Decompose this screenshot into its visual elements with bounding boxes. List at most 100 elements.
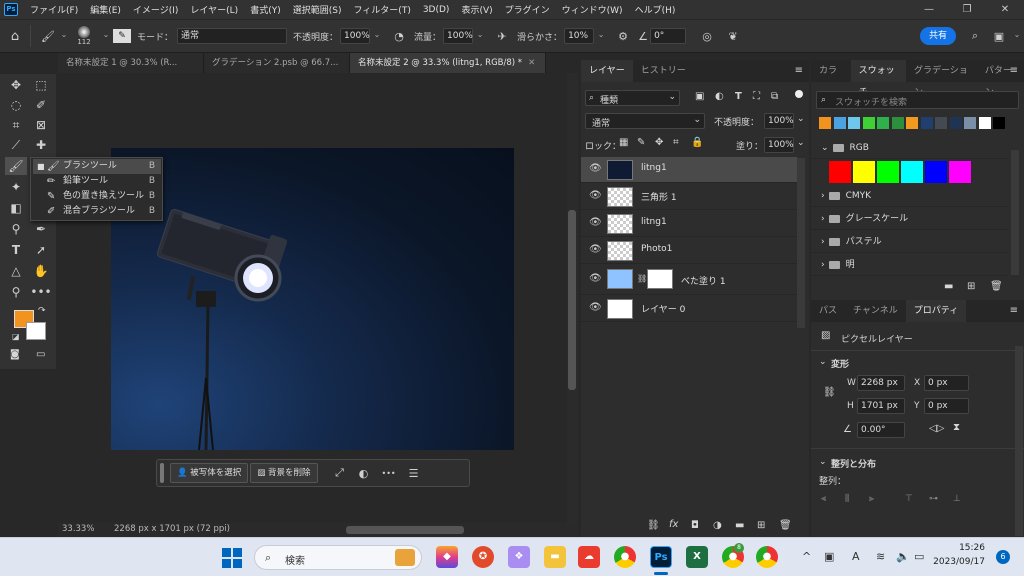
smoothing-input[interactable]: 10% [564, 28, 595, 44]
eye-icon[interactable]: 👁 [589, 302, 602, 313]
menu-plugins[interactable]: プラグイン [499, 3, 556, 16]
lock-transparent-icon[interactable]: ▦ [619, 137, 628, 148]
tab-properties[interactable]: プロパティ [905, 300, 967, 322]
filter-type-icon[interactable]: T [735, 91, 742, 102]
chevron-down-icon[interactable]: ⌄ [473, 28, 487, 44]
marquee-tool-icon[interactable]: ⬚ [30, 76, 52, 94]
menu-type[interactable]: 書式(Y) [244, 3, 287, 16]
recent-swatch[interactable] [935, 117, 947, 129]
horizontal-scrollbar-thumb[interactable] [346, 526, 464, 534]
swatch-search[interactable]: ⌕ スウォッチを検索 [816, 91, 1019, 109]
menu-filter[interactable]: フィルター(T) [347, 3, 416, 16]
x-input[interactable]: 0 px [924, 375, 969, 391]
select-subject-button[interactable]: 👤 被写体を選択 [170, 463, 249, 483]
align-top-icon[interactable]: ⊤ [905, 494, 913, 504]
recent-swatch[interactable] [833, 117, 846, 129]
restore-button[interactable]: ❐ [948, 0, 986, 19]
rotation-input[interactable]: 0.00° [857, 422, 905, 438]
menu-view[interactable]: 表示(V) [455, 3, 498, 16]
tab-gradients[interactable]: グラデーション [906, 60, 977, 98]
menu-image[interactable]: イメージ(I) [127, 3, 185, 16]
eye-icon[interactable]: 👁 [589, 190, 602, 201]
move-tool-icon[interactable]: ✥ [5, 76, 27, 94]
symmetry-icon[interactable]: ❦ [724, 30, 742, 43]
home-icon[interactable]: ⌂ [0, 29, 30, 44]
menu-edit[interactable]: 編集(E) [84, 3, 127, 16]
tray-app-icon[interactable]: ▣ [824, 550, 834, 563]
menu-layer[interactable]: レイヤー(L) [184, 3, 244, 16]
recent-swatch[interactable] [920, 117, 933, 129]
share-button[interactable]: 共有 [919, 27, 956, 45]
dodge-tool-icon[interactable]: ⚲ [5, 220, 27, 238]
lock-all-icon[interactable]: 🔒 [691, 137, 703, 148]
blend-mode-select[interactable]: 通常 ⌄ [585, 113, 705, 129]
workspace-icon[interactable]: ▣ [988, 30, 1010, 43]
drag-handle[interactable] [160, 463, 164, 483]
panel-menu-icon[interactable]: ≡ [1010, 305, 1018, 316]
swatch-group-light[interactable]: › 明 [811, 254, 1007, 276]
layer-style-icon[interactable]: fx [669, 519, 678, 530]
swatch-group-grayscale[interactable]: › グレースケール [811, 208, 1007, 230]
link-icon[interactable]: ⛓ [823, 387, 836, 398]
clock-date[interactable]: 2023/09/17 [933, 557, 985, 567]
eye-icon[interactable]: 👁 [589, 244, 602, 255]
new-layer-icon[interactable]: ⊞ [757, 520, 765, 531]
taskbar-search[interactable]: ⌕ 検索 [254, 545, 422, 570]
rgb-swatch[interactable] [949, 161, 971, 183]
chevron-down-icon[interactable]: ⌄ [797, 114, 805, 124]
zoom-tool-icon[interactable]: ⚲ [5, 283, 27, 301]
recent-swatch[interactable] [964, 117, 976, 129]
y-input[interactable]: 0 px [924, 398, 969, 414]
tab-color[interactable]: カラー [811, 60, 851, 98]
eye-icon[interactable]: 👁 [589, 217, 602, 228]
flyout-item-color-replace[interactable]: ✎ 色の置き換えツール B [33, 189, 161, 204]
path-select-tool-icon[interactable]: ➚ [30, 241, 52, 259]
align-right-icon[interactable]: ⫸ [869, 494, 874, 504]
eyedropper-tool-icon[interactable]: ⟋ [5, 136, 27, 154]
delete-swatch-icon[interactable]: 🗑 [990, 281, 1003, 292]
recent-swatch[interactable] [877, 117, 889, 129]
align-left-icon[interactable]: ⫷ [821, 494, 826, 504]
font-icon[interactable]: A [852, 550, 860, 563]
screen-mode-icon[interactable]: ▭ [36, 349, 45, 360]
adjustment-layer-icon[interactable]: ◑ [713, 520, 722, 531]
airbrush-icon[interactable]: ✈ [493, 30, 511, 43]
type-tool-icon[interactable]: T [5, 241, 27, 259]
rgb-swatch[interactable] [901, 161, 923, 183]
volume-icon[interactable]: 🔈 [896, 550, 910, 563]
more-options-button[interactable]: ••• [376, 469, 402, 478]
menu-window[interactable]: ウィンドウ(W) [556, 3, 629, 16]
swatch-group-cmyk[interactable]: › CMYK [811, 185, 1007, 207]
rgb-swatch[interactable] [925, 161, 947, 183]
delete-layer-icon[interactable]: 🗑 [779, 520, 792, 531]
chevron-down-icon[interactable]: ⌄ [57, 28, 71, 44]
layer-row[interactable]: 👁 litng1 [581, 157, 797, 183]
adjustment-icon[interactable]: ◐ [352, 467, 376, 480]
shape-tool-icon[interactable]: △ [5, 262, 27, 280]
flip-vertical-icon[interactable]: ⧗ [953, 422, 960, 433]
layer-row[interactable]: 👁 Photo1 [581, 238, 797, 264]
layer-filter-select[interactable]: ⌕ 種類 ⌄ [585, 90, 680, 106]
swatches-scrollbar[interactable] [1011, 150, 1019, 275]
transform-icon[interactable]: ⤢ [328, 466, 352, 480]
add-mask-icon[interactable]: ◘ [691, 520, 699, 531]
layers-scrollbar[interactable] [797, 158, 805, 328]
link-icon[interactable]: ⛓ [637, 274, 647, 283]
new-group-icon[interactable]: ▬ [735, 520, 744, 531]
hand-tool-icon[interactable]: ✋ [30, 262, 52, 280]
tab-layers[interactable]: レイヤー [581, 60, 633, 82]
fill-input[interactable]: 100% [764, 137, 794, 153]
start-button[interactable] [222, 548, 242, 568]
default-colors-icon[interactable]: ◪ [12, 332, 20, 341]
photoshop-taskbar-icon[interactable]: Ps [650, 546, 672, 568]
swatch-group-pastel[interactable]: › パステル [811, 231, 1007, 253]
width-input[interactable]: 2268 px [857, 375, 905, 391]
new-swatch-icon[interactable]: ⊞ [967, 281, 975, 292]
recent-swatch[interactable] [862, 117, 875, 129]
file-explorer-icon[interactable]: ▬ [544, 546, 566, 568]
brush-preset-picker[interactable]: 112 [71, 26, 97, 46]
recent-swatch[interactable] [906, 117, 918, 129]
filter-toggle[interactable] [795, 90, 803, 98]
excel-icon[interactable]: X [686, 546, 708, 568]
chrome-icon[interactable]: ● [614, 546, 636, 568]
